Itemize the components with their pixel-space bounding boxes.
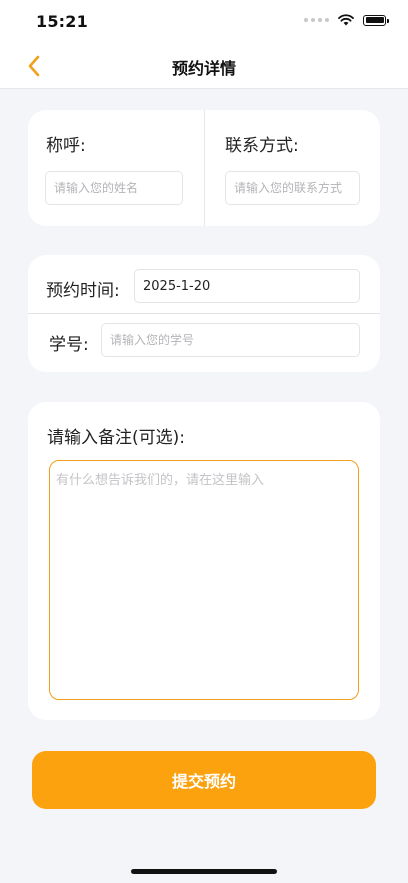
- battery-icon: [363, 14, 389, 26]
- status-icons: [304, 14, 389, 26]
- student-id-input[interactable]: [101, 323, 360, 357]
- time-input[interactable]: [134, 269, 360, 303]
- card-divider: [204, 110, 205, 226]
- home-indicator: [131, 869, 277, 874]
- contact-label: 联系方式:: [225, 136, 299, 156]
- status-time: 15:21: [36, 12, 88, 31]
- contact-card: 称呼: 联系方式:: [28, 110, 380, 226]
- status-bar: 15:21: [0, 0, 408, 44]
- time-label: 预约时间:: [46, 281, 120, 301]
- contact-input[interactable]: [225, 171, 360, 205]
- nav-bar: 预约详情: [0, 44, 408, 89]
- cellular-signal-icon: [304, 18, 329, 22]
- page-title: 预约详情: [171, 59, 236, 78]
- notes-textarea[interactable]: [49, 460, 359, 700]
- wifi-icon: [338, 14, 354, 26]
- name-label: 称呼:: [46, 136, 86, 156]
- booking-card: 预约时间: 学号:: [28, 255, 380, 372]
- card-divider: [28, 313, 380, 314]
- notes-label: 请输入备注(可选):: [47, 428, 185, 448]
- notes-card: 请输入备注(可选):: [28, 402, 380, 720]
- submit-button[interactable]: 提交预约: [32, 751, 376, 809]
- student-id-label: 学号:: [49, 335, 89, 355]
- name-input[interactable]: [45, 171, 183, 205]
